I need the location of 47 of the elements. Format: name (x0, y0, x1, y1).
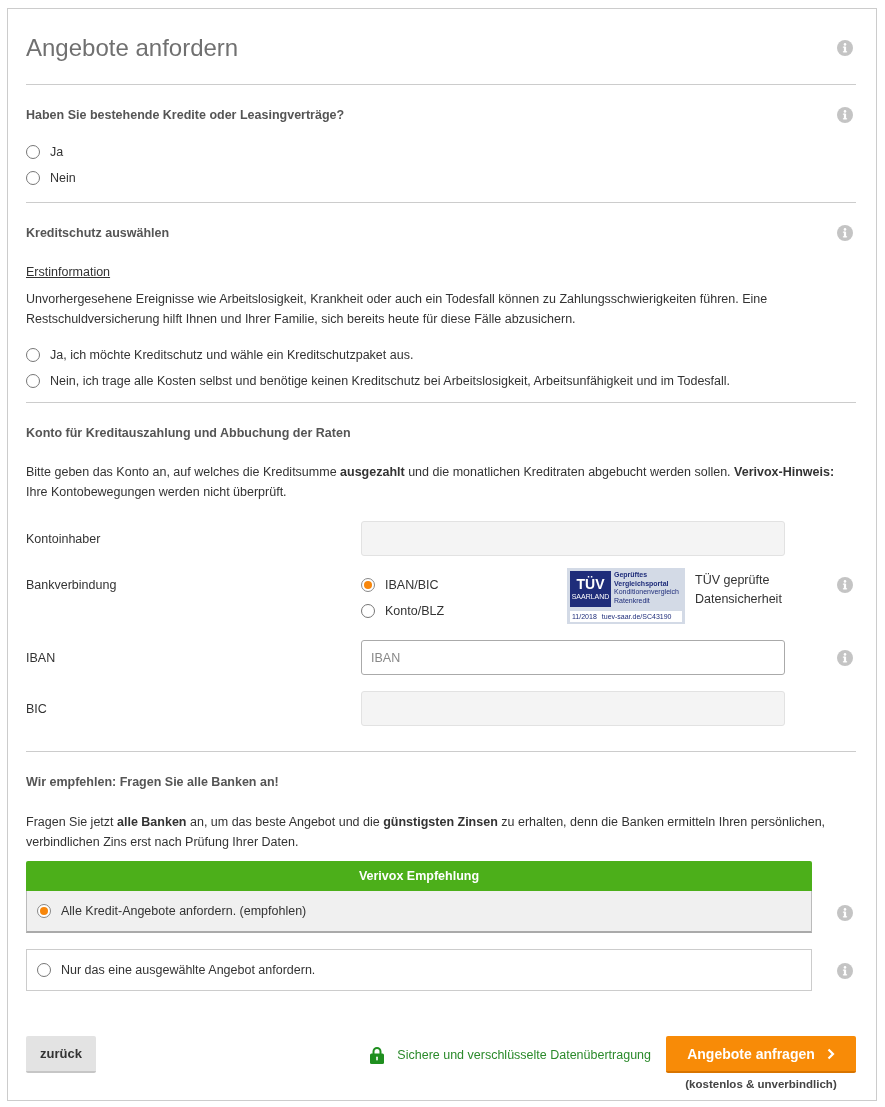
radio-label[interactable]: Nur das eine ausgewählte Angebot anfordern. (61, 962, 316, 978)
radio-label[interactable]: Nein, ich trage alle Kosten selbst und benötige keinen Kreditschutz bei Arbeitslosigkeit, Arbeitsunfähigkeit und im Todesfall. (50, 373, 731, 389)
info-icon[interactable] (837, 904, 853, 921)
info-paragraph: Bitte geben das Konto an, auf welches die Kreditsumme ausgezahlt und die monatlichen Kreditraten abgebucht werden sollen. Verivox-Hinweis: Ihre Kontobewegungen werden nicht überprüft. (26, 464, 836, 501)
recommendation-banner: Verivox Empfehlung (26, 861, 812, 891)
radio-button[interactable] (37, 963, 51, 977)
radio-label[interactable]: Nein (50, 170, 76, 186)
radio-button[interactable] (361, 604, 375, 618)
field-label: BIC (26, 701, 48, 716)
radio-button[interactable] (26, 374, 40, 388)
radio-button[interactable] (26, 145, 40, 159)
option-card[interactable]: Alle Kredit-Angebote anfordern. (empfohlen) (26, 891, 812, 933)
section-heading: Haben Sie bestehende Kredite oder Leasingverträge? (26, 107, 345, 123)
radio-label[interactable]: Konto/BLZ (385, 603, 445, 619)
field-label: Bankverbindung (26, 577, 118, 594)
info-icon[interactable] (837, 577, 853, 593)
submit-note: (kostenlos & unverbindlich) (685, 1077, 837, 1091)
chevron-right-icon (826, 1047, 835, 1060)
radio-label[interactable]: Ja, ich möchte Kreditschutz und wähle ein Kreditschutzpaket aus. (50, 347, 414, 363)
info-icon[interactable] (837, 962, 853, 979)
section-heading: Kreditschutz auswählen (26, 225, 170, 241)
input-field[interactable]: IBAN (361, 640, 785, 675)
page-title: Angebote anfordern (26, 33, 239, 63)
info-icon[interactable] (837, 649, 853, 666)
field-label: IBAN (26, 650, 57, 665)
info-icon[interactable] (837, 107, 853, 123)
radio-button[interactable] (361, 578, 375, 592)
back-button[interactable]: zurück (26, 1036, 96, 1073)
radio-label[interactable]: IBAN/BIC (385, 577, 439, 593)
radio-button[interactable] (26, 171, 40, 185)
radio-label[interactable]: Alle Kredit-Angebote anfordern. (empfohlen) (61, 903, 307, 919)
radio-button[interactable] (26, 348, 40, 362)
option-card[interactable]: Nur das eine ausgewählte Angebot anfordern. (26, 949, 812, 991)
info-paragraph: Fragen Sie jetzt alle Banken an, um das beste Angebot und die günstigsten Zinsen zu erhalten, denn die Banken ermitteln Ihren persönlichen, verbindlichen Zins erst nach Prüfung Ihrer Daten. (26, 814, 827, 851)
info-paragraph: Unvorhergesehene Ereignisse wie Arbeitslosigkeit, Krankheit oder auch ein Todesfall können zu Zahlungsschwierigkeiten führen. Eine Restschuldversicherung hilft Ihnen und Ihrer Familie, sich bereits heute für diese Fälle abzusichern. (26, 291, 769, 328)
secure-note: Sichere und verschlüsselte Datenübertragung (397, 1047, 651, 1062)
radio-label[interactable]: Ja (50, 144, 64, 160)
padlock-icon (370, 1045, 385, 1064)
section-heading: Wir empfehlen: Fragen Sie alle Banken an! (26, 774, 279, 790)
seal-caption: TÜV geprüfte Datensicherheit (695, 572, 783, 608)
section-heading: Konto für Kreditauszahlung und Abbuchung der Raten (26, 425, 351, 441)
info-icon[interactable] (837, 225, 853, 241)
info-icon[interactable] (837, 40, 853, 56)
info-link[interactable]: Erstinformation (26, 263, 111, 281)
field-label: Kontoinhaber (26, 531, 102, 546)
radio-button[interactable] (37, 904, 51, 918)
seal-logo-text: TÜV (576, 577, 605, 592)
